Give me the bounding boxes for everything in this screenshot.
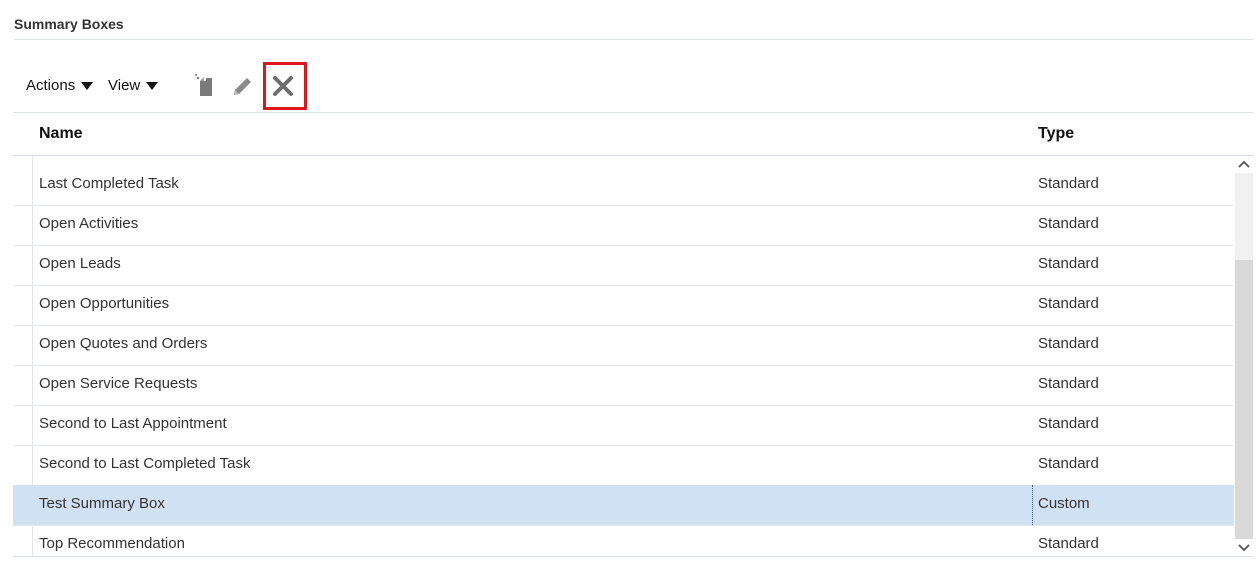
vertical-scrollbar[interactable] [1234,156,1254,556]
table-row[interactable]: Second to Last Completed Task Standard [13,445,1234,486]
chevron-up-icon [1238,160,1250,168]
actions-menu-button[interactable]: Actions [26,77,94,94]
cell-type: Standard [1038,455,1099,472]
new-document-icon [195,74,212,96]
view-menu-button[interactable]: View [108,77,159,94]
cell-name: Open Quotes and Orders [39,335,208,352]
table-row[interactable]: Open Quotes and Orders Standard [13,325,1234,366]
cell-name: Last Completed Task [39,175,179,192]
table-row[interactable]: Top Recommendation Standard [13,525,1234,556]
cell-name: Open Leads [39,255,121,272]
summary-boxes-table: Name Type Last Completed Task Standard O… [13,112,1254,557]
column-header-type[interactable]: Type [1038,125,1074,143]
scroll-thumb[interactable] [1235,260,1253,539]
table-row[interactable]: Open Leads Standard [13,245,1234,286]
column-header-name[interactable]: Name [39,125,83,143]
cell-name: Top Recommendation [39,535,185,552]
table-row[interactable]: Open Service Requests Standard [13,365,1234,406]
scroll-down-button[interactable] [1236,539,1252,555]
title-divider [14,39,1254,40]
section-title: Summary Boxes [14,16,124,32]
cell-name: Open Opportunities [39,295,170,312]
pencil-icon [234,78,251,95]
scroll-up-button[interactable] [1236,157,1252,173]
cell-type: Standard [1038,175,1099,192]
table-row-selected[interactable]: Test Summary Box Custom [13,485,1234,526]
table-body: Last Completed Task Standard Open Activi… [13,156,1234,556]
table-row[interactable]: Second to Last Appointment Standard [13,405,1234,446]
edit-button[interactable] [231,74,255,98]
cell-type: Standard [1038,255,1099,272]
cell-type: Standard [1038,535,1099,552]
caret-down-icon [81,77,94,94]
close-x-icon [273,76,293,96]
delete-button[interactable] [271,74,295,98]
cell-name: Open Activities [39,215,139,232]
table-row[interactable]: Last Completed Task Standard [13,165,1234,206]
caret-down-icon [146,77,159,94]
cell-type: Standard [1038,415,1099,432]
cell-type: Standard [1038,335,1099,352]
chevron-down-icon [1238,544,1250,552]
table-header: Name Type [13,113,1254,156]
cell-name: Test Summary Box [39,495,165,512]
cell-type: Standard [1038,295,1099,312]
cell-type: Standard [1038,215,1099,232]
cell-name: Second to Last Completed Task [39,455,251,472]
cell-type: Standard [1038,375,1099,392]
actions-label: Actions [26,77,76,94]
focus-cell-border [1032,485,1033,525]
view-label: View [108,77,141,94]
add-button[interactable] [194,74,218,98]
table-row[interactable]: Open Opportunities Standard [13,285,1234,326]
table-toolbar: Actions View [0,62,1258,112]
cell-name: Open Service Requests [39,375,198,392]
table-row[interactable]: Open Activities Standard [13,205,1234,246]
cell-type: Custom [1038,495,1090,512]
cell-name: Second to Last Appointment [39,415,227,432]
